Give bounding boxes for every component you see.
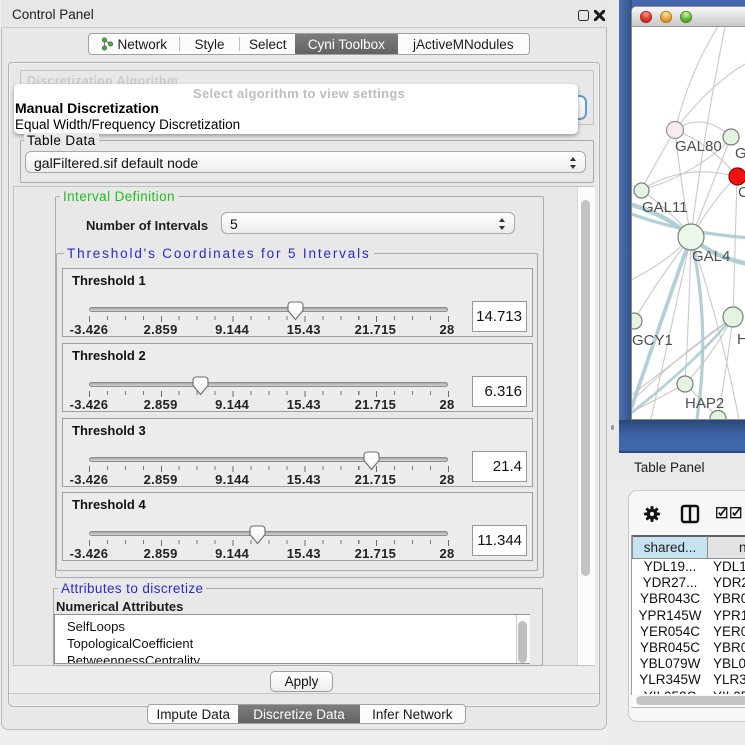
svg-text:HAP2: HAP2 <box>685 395 724 412</box>
svg-text:GAL4: GAL4 <box>692 248 730 265</box>
svg-text:GAL11: GAL11 <box>642 199 688 216</box>
svg-text:GA: GA <box>735 145 745 162</box>
svg-text:CD: CD <box>738 184 745 201</box>
svg-text:GCY1: GCY1 <box>632 332 673 349</box>
svg-text:HI: HI <box>737 331 745 348</box>
svg-text:GAL80: GAL80 <box>675 138 722 155</box>
